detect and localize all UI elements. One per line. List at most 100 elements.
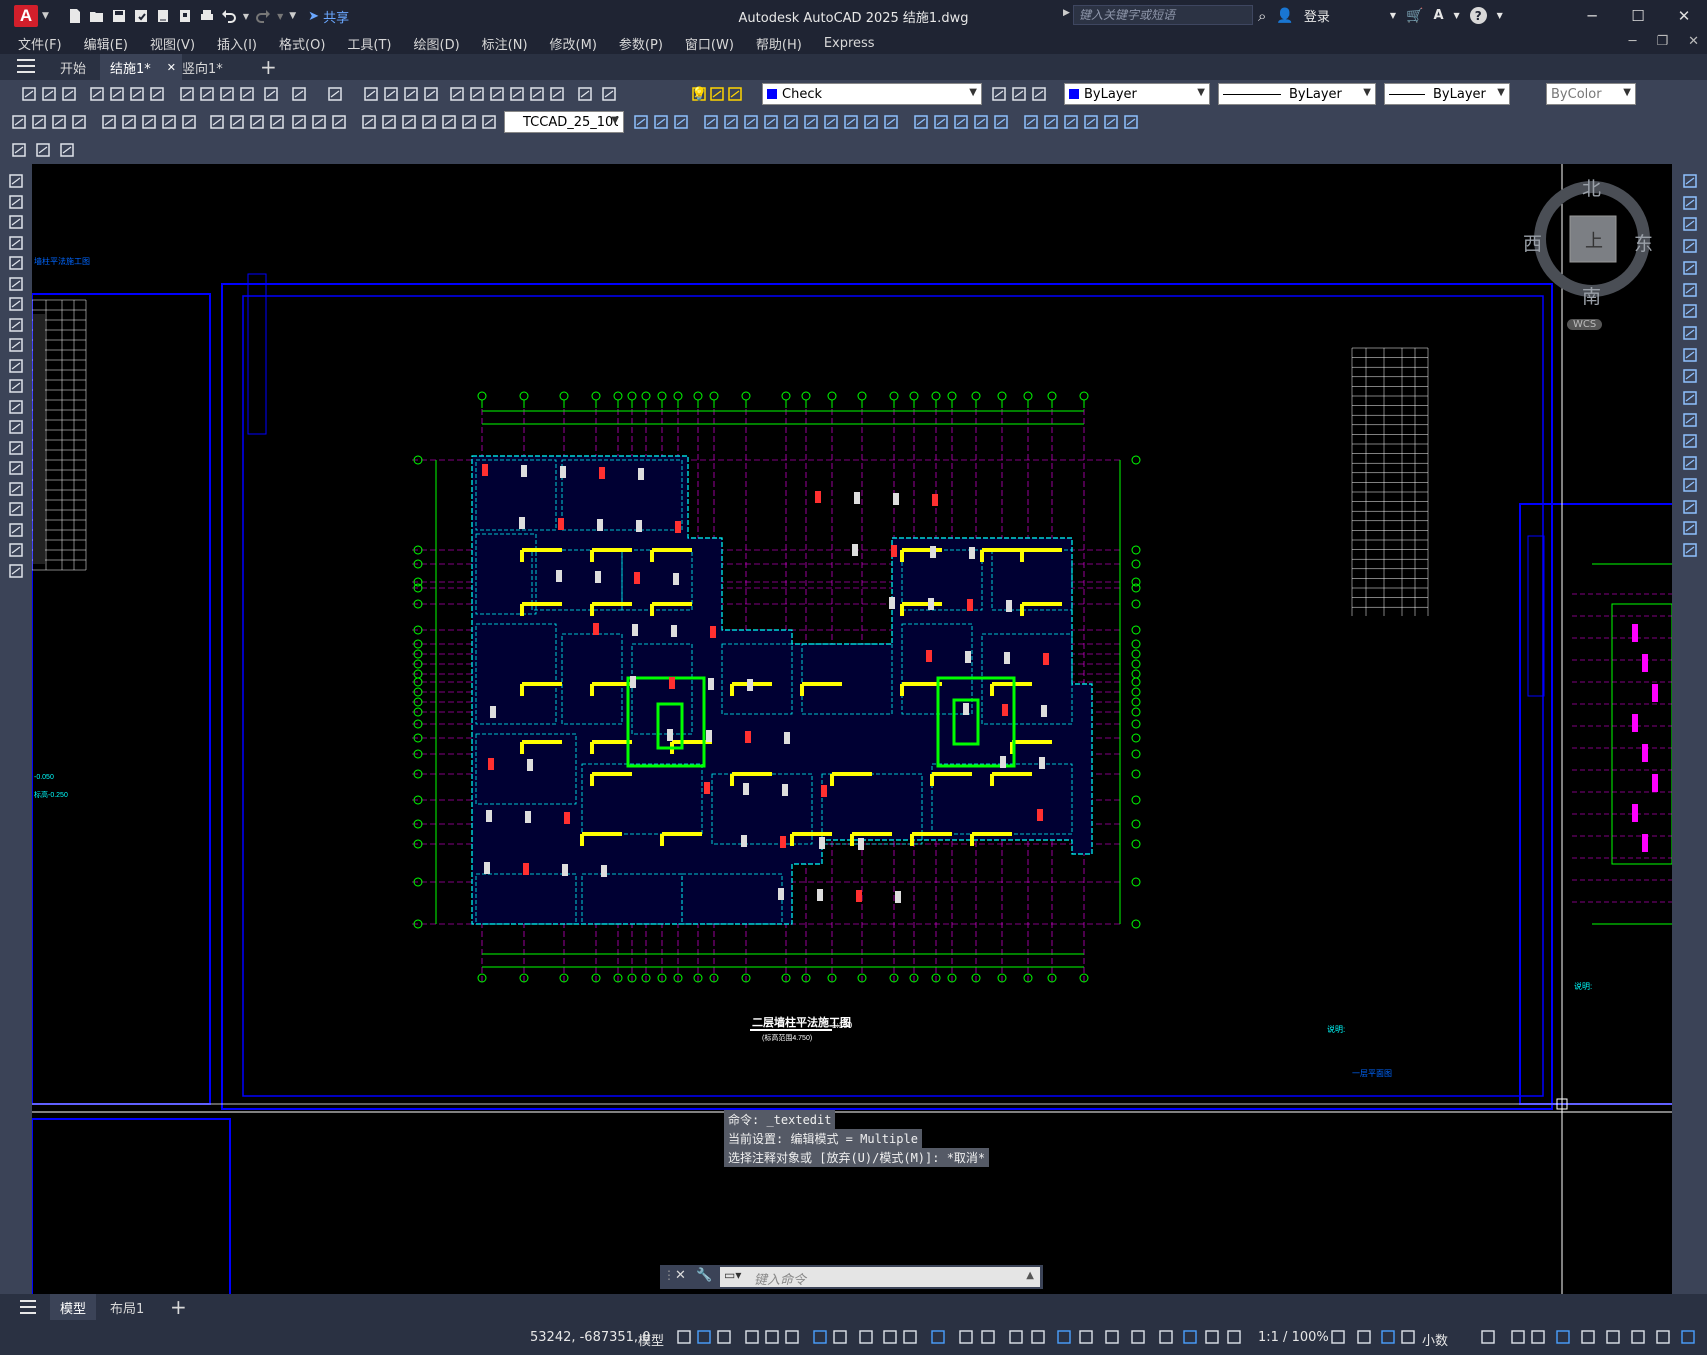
- open-icon[interactable]: [40, 85, 58, 103]
- dimension-tool-icon-18[interactable]: [400, 113, 418, 131]
- dimension-tool-icon-9[interactable]: [208, 113, 226, 131]
- save-icon[interactable]: [60, 85, 78, 103]
- drawing-canvas[interactable]: 二层墙柱平法施工图 1:100 (标高范围4.750) 说明: 说明: 墙柱平法…: [32, 164, 1672, 1294]
- polygon-icon[interactable]: [7, 234, 25, 252]
- command-prompt-icon[interactable]: ▭▾: [724, 1268, 741, 1282]
- status-toggle-icon-19[interactable]: [1130, 1329, 1146, 1345]
- blend-curves-icon[interactable]: [1681, 519, 1699, 537]
- dimension-tool-icon-7[interactable]: [160, 113, 178, 131]
- help-icon[interactable]: [576, 85, 594, 103]
- menu-draw[interactable]: 绘图(D): [403, 34, 471, 53]
- grip-icon[interactable]: ⋮: [663, 1268, 675, 1282]
- compass-north[interactable]: 北: [1582, 174, 1601, 201]
- new-icon[interactable]: [67, 8, 83, 24]
- menu-file[interactable]: 文件(F): [0, 34, 73, 53]
- match-properties-icon[interactable]: [238, 85, 256, 103]
- status-toggle-icon-5[interactable]: [784, 1329, 800, 1345]
- plot-icon[interactable]: [199, 8, 215, 24]
- status-toggle-icon-9[interactable]: [882, 1329, 898, 1345]
- 3d-tool-icon-1[interactable]: [652, 113, 670, 131]
- status-toggle-icon-8[interactable]: [858, 1329, 874, 1345]
- rotate-icon[interactable]: [1681, 302, 1699, 320]
- status-toggle-icon-29[interactable]: [1510, 1329, 1526, 1345]
- doc-minimize-button[interactable]: ─: [1629, 34, 1637, 49]
- polyline-icon[interactable]: [7, 213, 25, 231]
- join-icon[interactable]: [1681, 454, 1699, 472]
- express-tool-icon-2[interactable]: [58, 141, 76, 159]
- paste-icon[interactable]: [218, 85, 236, 103]
- insert-block-icon[interactable]: [7, 398, 25, 416]
- command-history-toggle-icon[interactable]: ▲: [1026, 1270, 1034, 1281]
- status-toggle-icon-31[interactable]: [1555, 1329, 1571, 1345]
- cut-icon[interactable]: [178, 85, 196, 103]
- open-icon[interactable]: [89, 8, 105, 24]
- layer-lock-icon[interactable]: [726, 85, 744, 103]
- new-tab-button[interactable]: +: [250, 54, 287, 80]
- status-toggle-icon-21[interactable]: [1182, 1329, 1198, 1345]
- doc-restore-button[interactable]: ❐: [1656, 34, 1668, 49]
- tab-model[interactable]: 模型: [50, 1294, 97, 1320]
- search-expand-icon[interactable]: ▶: [1063, 8, 1070, 18]
- zoom-realtime-icon[interactable]: [382, 85, 400, 103]
- 3d-tool-icon-20[interactable]: [1062, 113, 1080, 131]
- plot-preview-icon[interactable]: [108, 85, 126, 103]
- 3d-tool-icon-13[interactable]: [912, 113, 930, 131]
- lineweight-dropdown[interactable]: ByLayer ▼: [1384, 83, 1510, 105]
- viewcube-top-face[interactable]: 上: [1585, 227, 1603, 253]
- layer-properties-icon[interactable]: [600, 85, 618, 103]
- wrench-icon[interactable]: 🔧: [696, 1268, 712, 1283]
- compass-east[interactable]: 东: [1634, 229, 1653, 256]
- dimension-tool-icon-22[interactable]: [480, 113, 498, 131]
- dimension-tool-icon-6[interactable]: [140, 113, 158, 131]
- menu-tools[interactable]: 工具(T): [336, 34, 402, 53]
- status-toggle-icon-7[interactable]: [832, 1329, 848, 1345]
- offset-icon[interactable]: [1681, 237, 1699, 255]
- open-web-icon[interactable]: [155, 8, 171, 24]
- login-chevron-icon[interactable]: ▼: [1390, 11, 1396, 20]
- menu-window[interactable]: 窗口(W): [674, 34, 745, 53]
- maximize-button[interactable]: ☐: [1615, 0, 1661, 32]
- status-toggle-icon-4[interactable]: [764, 1329, 780, 1345]
- 3d-tool-icon-6[interactable]: [762, 113, 780, 131]
- express-tool-icon-0[interactable]: [10, 141, 28, 159]
- properties-icon[interactable]: [448, 85, 466, 103]
- publish-icon[interactable]: [128, 85, 146, 103]
- undo-icon[interactable]: [221, 8, 237, 24]
- minimize-button[interactable]: ─: [1569, 0, 1615, 32]
- dimension-tool-icon-13[interactable]: [290, 113, 308, 131]
- multiline-text-icon[interactable]: [7, 541, 25, 559]
- dimension-tool-icon-1[interactable]: [30, 113, 48, 131]
- dimension-tool-icon-14[interactable]: [310, 113, 328, 131]
- stretch-icon[interactable]: [1681, 346, 1699, 364]
- search-icon[interactable]: ⌕: [1258, 7, 1266, 25]
- tab-vertical[interactable]: 竖向1*: [172, 54, 233, 80]
- 3d-tool-icon-17[interactable]: [992, 113, 1010, 131]
- compass-south[interactable]: 南: [1582, 282, 1601, 309]
- table-icon[interactable]: [7, 521, 25, 539]
- redo-icon[interactable]: [255, 8, 271, 24]
- compass-west[interactable]: 西: [1523, 229, 1542, 256]
- circle-icon[interactable]: [7, 295, 25, 313]
- line-icon[interactable]: [7, 172, 25, 190]
- move-icon[interactable]: [1681, 281, 1699, 299]
- 3d-tool-icon-19[interactable]: [1042, 113, 1060, 131]
- status-toggle-icon-28[interactable]: [1480, 1329, 1496, 1345]
- status-toggle-icon-33[interactable]: [1605, 1329, 1621, 1345]
- 3d-tool-icon-15[interactable]: [952, 113, 970, 131]
- units-selector[interactable]: 小数: [1422, 1330, 1448, 1349]
- new-icon[interactable]: [20, 85, 38, 103]
- tool-palettes-icon[interactable]: [488, 85, 506, 103]
- erase-icon[interactable]: [1681, 172, 1699, 190]
- redo-icon[interactable]: [326, 85, 344, 103]
- viewcube[interactable]: 北 南 东 西 上 WCS: [1523, 174, 1672, 334]
- menu-dimension[interactable]: 标注(N): [471, 34, 539, 53]
- status-toggle-icon-34[interactable]: [1630, 1329, 1646, 1345]
- status-toggle-icon-1[interactable]: [696, 1329, 712, 1345]
- menu-help[interactable]: 帮助(H): [745, 34, 813, 53]
- pan-icon[interactable]: [362, 85, 380, 103]
- status-toggle-icon-22[interactable]: [1204, 1329, 1220, 1345]
- revision-cloud-icon[interactable]: [7, 316, 25, 334]
- dimension-tool-icon-4[interactable]: [100, 113, 118, 131]
- region-icon[interactable]: [7, 500, 25, 518]
- account-chevron-icon[interactable]: ▼: [1454, 11, 1460, 20]
